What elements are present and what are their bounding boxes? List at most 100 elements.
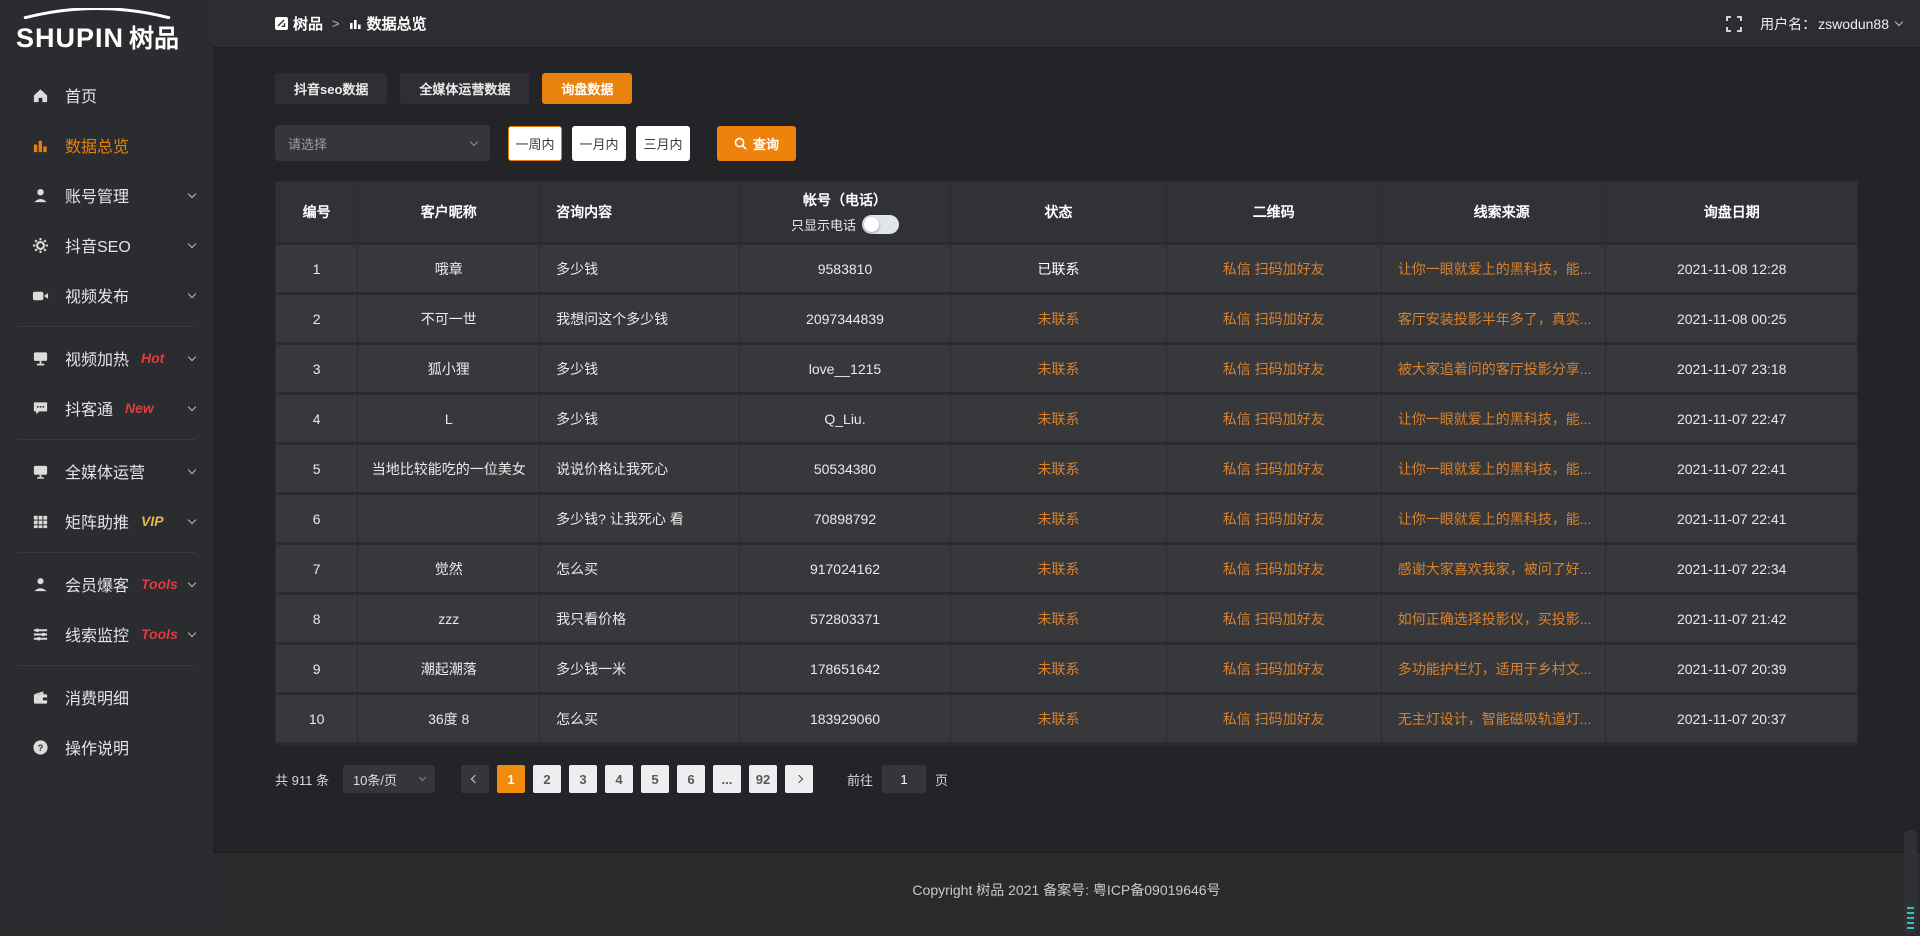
sidebar-item-spending-details[interactable]: 消费明细 — [0, 672, 213, 722]
screen-icon — [30, 348, 50, 368]
page-button[interactable]: 3 — [569, 765, 597, 793]
bar-chart-icon — [30, 135, 50, 155]
search-button[interactable]: 查询 — [717, 126, 796, 161]
tab-douyin-seo-data[interactable]: 抖音seo数据 — [275, 73, 387, 104]
breadcrumb-root[interactable]: 树品 — [275, 13, 323, 34]
pagination: 共 911 条 10条/页 1 2 3 4 — [275, 765, 1858, 793]
source-link[interactable]: 客厅安装投影半年多了，真实... — [1398, 311, 1592, 327]
sidebar-item-video-publish[interactable]: 视频发布 — [0, 270, 213, 320]
sidebar-item-douketong[interactable]: 抖客通 New — [0, 383, 213, 433]
sidebar-menu: 首页 数据总览 账号管理 抖音SEO 视频发布 — [0, 70, 213, 772]
source-link[interactable]: 多功能护栏灯，适用于乡村文... — [1398, 661, 1592, 677]
cell-account: 50534380 — [739, 444, 951, 494]
qrcode-link[interactable]: 私信 扫码加好友 — [1223, 461, 1325, 477]
chevron-down-icon — [188, 289, 196, 297]
sidebar-item-matrix-boost[interactable]: 矩阵助推 VIP — [0, 496, 213, 546]
goto-page-input[interactable] — [882, 765, 926, 793]
qrcode-link[interactable]: 私信 扫码加好友 — [1223, 511, 1325, 527]
tools-badge: Tools — [141, 626, 178, 642]
source-link[interactable]: 让你一眼就爱上的黑科技，能... — [1398, 461, 1592, 477]
sidebar-divider — [18, 439, 195, 440]
inquiry-table: 编号 客户昵称 咨询内容 帐号（电话） 只显示电话 — [275, 181, 1858, 745]
sidebar-item-member-burst[interactable]: 会员爆客 Tools — [0, 559, 213, 609]
source-link[interactable]: 让你一眼就爱上的黑科技，能... — [1398, 511, 1592, 527]
source-link[interactable]: 让你一眼就爱上的黑科技，能... — [1398, 411, 1592, 427]
range-week-button[interactable]: 一周内 — [508, 126, 562, 161]
cell-nickname: zzz — [358, 594, 540, 644]
page-button[interactable]: ... — [713, 765, 741, 793]
fullscreen-icon[interactable] — [1726, 16, 1742, 32]
sidebar-item-lead-monitor[interactable]: 线索监控 Tools — [0, 609, 213, 659]
cell-nickname — [358, 494, 540, 544]
qrcode-link[interactable]: 私信 扫码加好友 — [1223, 561, 1325, 577]
breadcrumb-current[interactable]: 数据总览 — [349, 13, 427, 34]
page-button[interactable]: 5 — [641, 765, 669, 793]
qrcode-link[interactable]: 私信 扫码加好友 — [1223, 411, 1325, 427]
page-button[interactable]: 2 — [533, 765, 561, 793]
qrcode-link[interactable]: 私信 扫码加好友 — [1223, 611, 1325, 627]
page-button[interactable]: 92 — [749, 765, 777, 793]
qrcode-link[interactable]: 私信 扫码加好友 — [1223, 361, 1325, 377]
source-link[interactable]: 让你一眼就爱上的黑科技，能... — [1398, 261, 1592, 277]
cell-account: 572803371 — [739, 594, 951, 644]
select-placeholder: 请选择 — [288, 134, 327, 153]
sidebar-item-omnimedia[interactable]: 全媒体运营 — [0, 446, 213, 496]
cell-nickname: 潮起潮落 — [358, 644, 540, 694]
source-link[interactable]: 如何正确选择投影仪，买投影... — [1398, 611, 1592, 627]
hot-badge: Hot — [141, 350, 164, 366]
sidebar-item-instructions[interactable]: ? 操作说明 — [0, 722, 213, 772]
sidebar-item-douyin-seo[interactable]: 抖音SEO — [0, 220, 213, 270]
cell-account: love__1215 — [739, 344, 951, 394]
cell-no: 2 — [276, 294, 358, 344]
sidebar-item-data-overview[interactable]: 数据总览 — [0, 120, 213, 170]
qrcode-link[interactable]: 私信 扫码加好友 — [1223, 311, 1325, 327]
filter-select[interactable]: 请选择 — [275, 125, 490, 161]
cell-date: 2021-11-08 00:25 — [1606, 294, 1858, 344]
cell-content: 多少钱? 让我死心 看 — [540, 494, 739, 544]
sidebar-divider — [18, 665, 195, 666]
chevron-down-icon — [1895, 18, 1903, 26]
home-icon — [30, 85, 50, 105]
range-month-button[interactable]: 一月内 — [572, 126, 626, 161]
table-row: 6 多少钱? 让我死心 看 70898792 未联系 私信 扫码加好友 让你一眼… — [276, 494, 1858, 544]
cell-account: 70898792 — [739, 494, 951, 544]
source-link[interactable]: 无主灯设计，智能磁吸轨道灯... — [1398, 711, 1592, 727]
cell-content: 多少钱 — [540, 394, 739, 444]
page-button[interactable]: 6 — [677, 765, 705, 793]
chevron-down-icon — [188, 239, 196, 247]
qrcode-link[interactable]: 私信 扫码加好友 — [1223, 661, 1325, 677]
user-icon — [30, 185, 50, 205]
page-button[interactable]: 4 — [605, 765, 633, 793]
page-button[interactable]: 1 — [497, 765, 525, 793]
table-row: 9 潮起潮落 多少钱一米 178651642 未联系 私信 扫码加好友 多功能护… — [276, 644, 1858, 694]
cell-no: 9 — [276, 644, 358, 694]
status-badge: 未联系 — [1038, 511, 1080, 527]
cell-no: 8 — [276, 594, 358, 644]
cell-nickname: 哦章 — [358, 244, 540, 294]
cell-nickname: 36度 8 — [358, 694, 540, 744]
phone-only-toggle[interactable] — [862, 215, 899, 234]
tab-inquiry-data[interactable]: 询盘数据 — [542, 73, 632, 104]
username: zswodun88 — [1818, 16, 1889, 32]
sidebar-item-video-heat[interactable]: 视频加热 Hot — [0, 333, 213, 383]
sidebar-item-home[interactable]: 首页 — [0, 70, 213, 120]
qrcode-link[interactable]: 私信 扫码加好友 — [1223, 711, 1325, 727]
scrollbar[interactable] — [1904, 830, 1917, 934]
range-quarter-button[interactable]: 三月内 — [636, 126, 690, 161]
source-link[interactable]: 感谢大家喜欢我家，被问了好... — [1398, 561, 1592, 577]
qrcode-link[interactable]: 私信 扫码加好友 — [1223, 261, 1325, 277]
next-page-button[interactable] — [785, 765, 813, 793]
prev-page-button[interactable] — [461, 765, 489, 793]
header-status: 状态 — [951, 182, 1166, 244]
cell-date: 2021-11-07 20:37 — [1606, 694, 1858, 744]
tab-omnimedia-data[interactable]: 全媒体运营数据 — [400, 73, 529, 104]
page-size-select[interactable]: 10条/页 — [343, 765, 435, 793]
cell-content: 怎么买 — [540, 544, 739, 594]
cell-content: 多少钱 — [540, 244, 739, 294]
user-menu[interactable]: 用户名：zswodun88 — [1760, 14, 1902, 34]
chevron-down-icon — [419, 774, 426, 781]
cell-nickname: 狐小狸 — [358, 344, 540, 394]
sidebar-item-account-management[interactable]: 账号管理 — [0, 170, 213, 220]
source-link[interactable]: 被大家追着问的客厅投影分享... — [1398, 361, 1592, 377]
chevron-down-icon — [188, 578, 196, 586]
